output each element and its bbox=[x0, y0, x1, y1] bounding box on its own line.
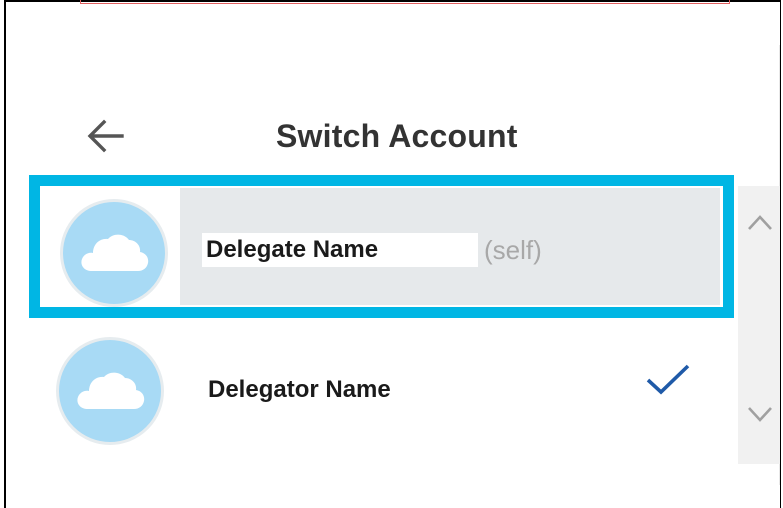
self-tag: (self) bbox=[484, 235, 542, 265]
checkmark-icon bbox=[646, 364, 690, 395]
top-red-bar bbox=[80, 0, 730, 4]
arrow-left-icon bbox=[87, 119, 124, 153]
avatar bbox=[60, 199, 168, 307]
cloud-icon bbox=[81, 234, 149, 271]
avatar bbox=[56, 337, 164, 445]
cloud-icon bbox=[77, 372, 145, 409]
back-button[interactable] bbox=[82, 114, 130, 158]
scroll-down-button[interactable] bbox=[742, 394, 778, 434]
chevron-down-icon bbox=[748, 407, 772, 422]
account-name: Delegate Name bbox=[206, 236, 379, 263]
chevron-up-icon bbox=[748, 215, 772, 230]
account-name: Delegator Name bbox=[208, 376, 391, 403]
scroll-up-button[interactable] bbox=[742, 203, 778, 243]
page-title: Switch Account bbox=[276, 118, 518, 154]
